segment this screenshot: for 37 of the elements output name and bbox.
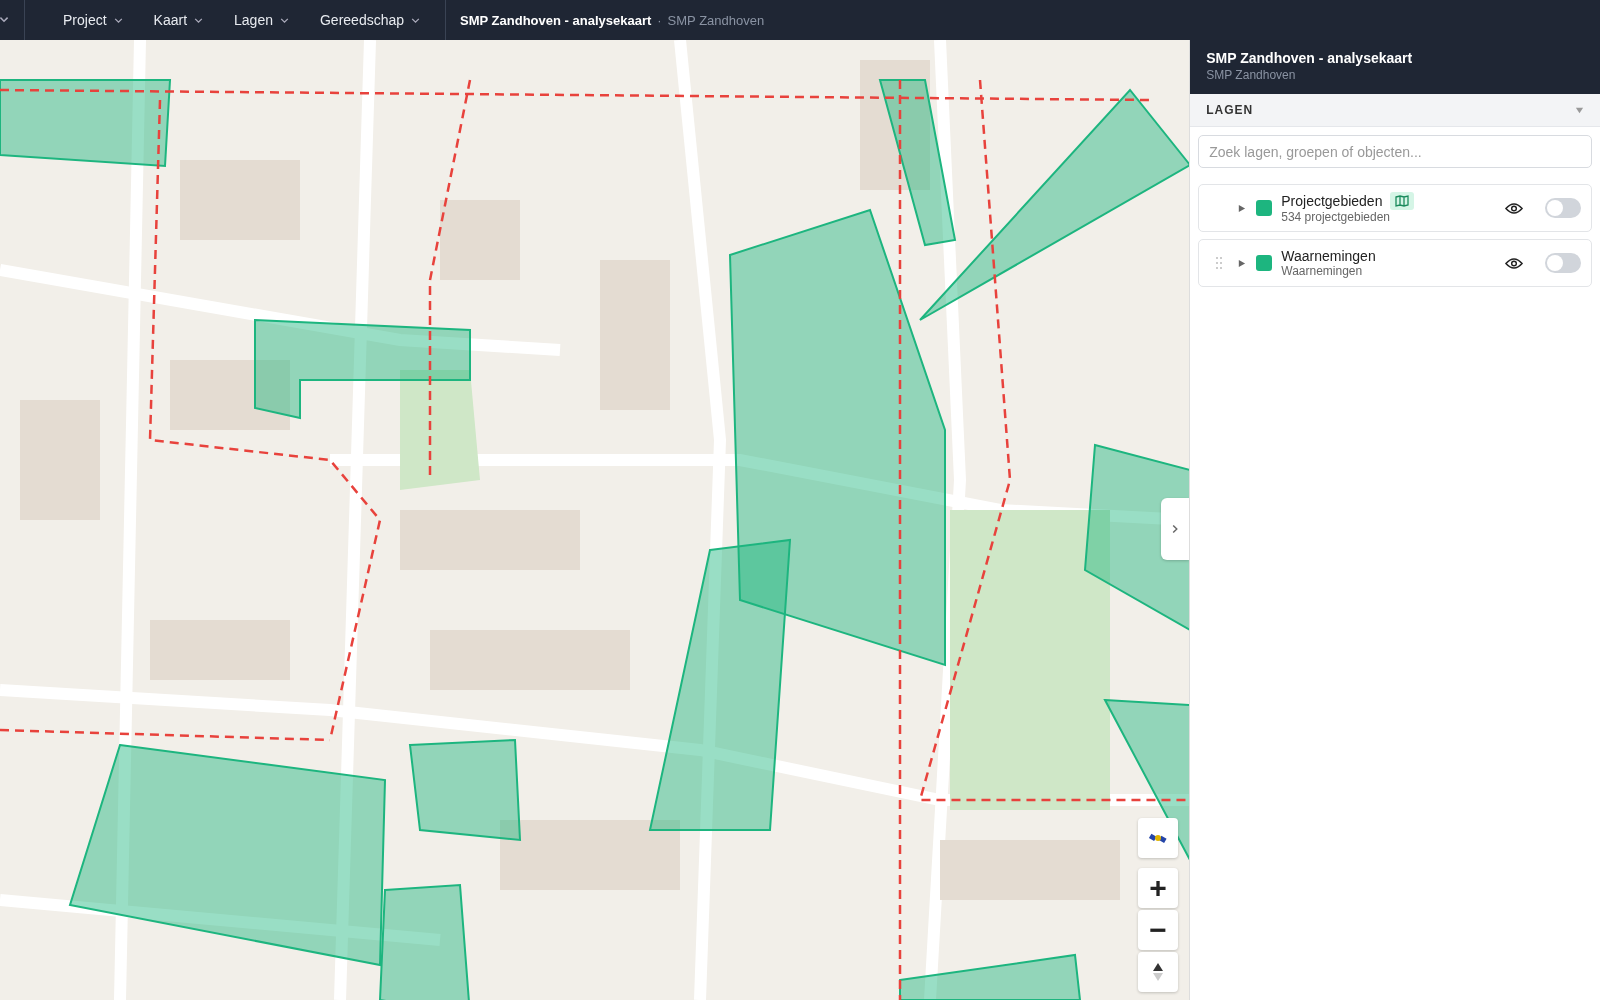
expand-arrow-icon[interactable] xyxy=(1237,203,1247,213)
project-area-polygon[interactable] xyxy=(0,79,172,168)
project-name: SMP Zandhoven xyxy=(667,12,765,28)
project-area-polygon[interactable] xyxy=(648,538,792,831)
project-area-polygon[interactable] xyxy=(68,743,387,967)
separator-dot: · xyxy=(657,12,662,28)
compass-button[interactable] xyxy=(1138,952,1178,992)
map-title: SMP Zandhoven - analysekaart xyxy=(460,12,652,28)
satellite-button[interactable] xyxy=(1138,818,1178,858)
eye-icon[interactable] xyxy=(1505,256,1523,270)
project-area-polygon[interactable] xyxy=(878,79,957,247)
drag-handle-icon[interactable] xyxy=(1215,256,1224,270)
menu-button[interactable]: Lagen xyxy=(220,6,302,34)
project-area-polygon[interactable] xyxy=(254,318,471,420)
layer-name: Projectgebieden xyxy=(1281,193,1383,209)
search-field[interactable]: Zoek lagen, groepen of objecten... xyxy=(1198,135,1592,168)
expand-arrow-icon[interactable] xyxy=(1237,258,1247,268)
project-area-polygon[interactable] xyxy=(408,738,522,842)
section-title: LAGEN xyxy=(1206,103,1254,117)
zoom-out-button[interactable]: − xyxy=(1138,910,1178,950)
expand-panel-button[interactable] xyxy=(1161,498,1190,560)
project-area-polygon[interactable] xyxy=(899,953,1082,1000)
toggle-switch[interactable] xyxy=(1545,198,1581,218)
layer-detail: 534 projectgebieden xyxy=(1281,210,1391,224)
layer-detail: Waarnemingen xyxy=(1281,264,1364,278)
panel-subtitle: SMP Zandhoven xyxy=(1206,68,1297,82)
toggle-switch[interactable] xyxy=(1545,253,1581,273)
menu-button[interactable]: Gereedschap xyxy=(306,6,434,34)
panel-title: SMP Zandhoven - analysekaart xyxy=(1206,50,1414,66)
layer-name: Waarnemingen xyxy=(1281,248,1376,264)
eye-icon[interactable] xyxy=(1505,201,1523,215)
section-header[interactable]: LAGEN xyxy=(1190,94,1600,127)
menu-button[interactable]: Kaart xyxy=(139,6,217,34)
compass-icon xyxy=(1152,961,1164,983)
project-area-polygon[interactable] xyxy=(378,883,472,1000)
zoom-in-button[interactable]: + xyxy=(1138,868,1178,908)
menu-button[interactable]: Project xyxy=(49,6,136,34)
